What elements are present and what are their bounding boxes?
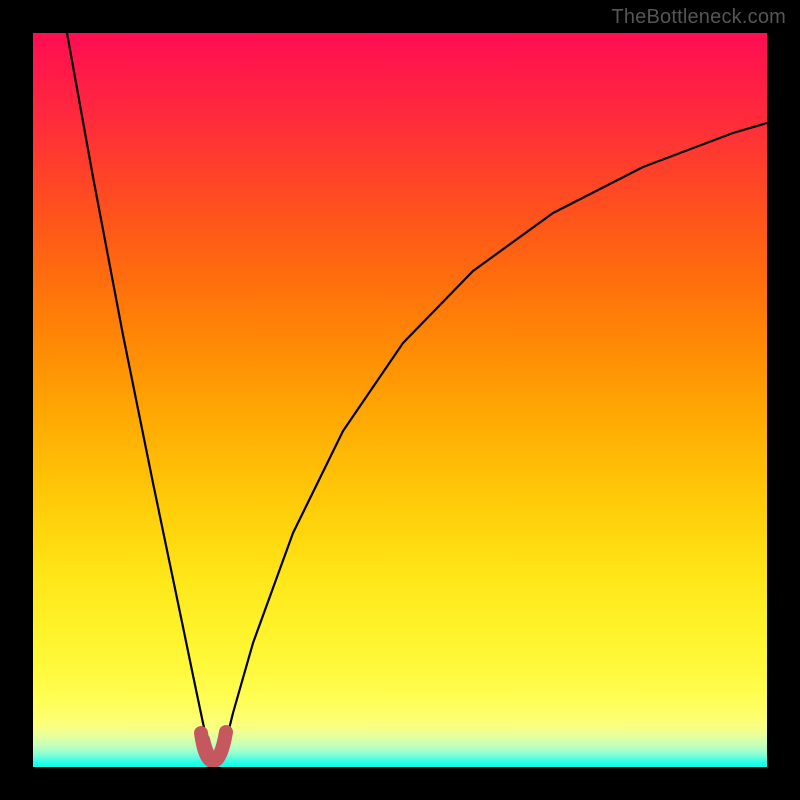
watermark-text: TheBottleneck.com: [611, 6, 786, 29]
chart-frame: TheBottleneck.com: [0, 0, 800, 800]
bottleneck-curve: [33, 33, 767, 767]
plot-area: [33, 33, 767, 767]
curve-path: [67, 33, 767, 764]
highlight-cup-inner: [205, 738, 223, 757]
